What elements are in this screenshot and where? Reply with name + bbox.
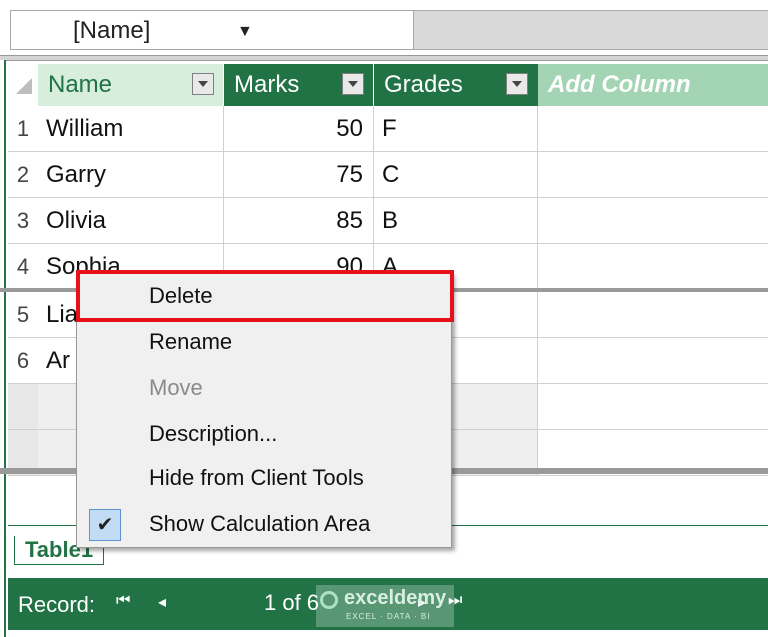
menu-item-description[interactable]: Description... — [77, 413, 451, 455]
row-number[interactable]: 2 — [8, 152, 38, 198]
column-header-label: Name — [48, 71, 113, 98]
watermark-name: exceldemy — [344, 587, 447, 609]
menu-item-label: Move — [149, 375, 203, 400]
delete-highlight-box — [76, 270, 454, 322]
row-number[interactable]: 1 — [8, 106, 38, 152]
select-all-corner[interactable] — [8, 64, 38, 106]
menu-item-label: Hide from Client Tools — [149, 465, 364, 490]
cell-marks[interactable]: 85 — [224, 198, 374, 244]
cell-add-column[interactable] — [538, 152, 768, 198]
row-number[interactable]: 4 — [8, 244, 38, 290]
menu-item-label: Description... — [149, 421, 278, 446]
power-pivot-window: [Name] ▼ Name Marks Grades Add Column 1 … — [0, 0, 768, 637]
column-header-label: Marks — [234, 71, 300, 98]
cell-add-column[interactable] — [538, 292, 768, 338]
row-number[interactable]: 3 — [8, 198, 38, 244]
name-box[interactable]: [Name] ▼ — [10, 10, 414, 50]
row-number[interactable]: 6 — [8, 338, 38, 384]
filter-dropdown-icon[interactable] — [192, 73, 214, 95]
cell-add-column[interactable] — [538, 384, 768, 430]
chevron-down-icon[interactable]: ▼ — [237, 23, 253, 41]
menu-item-show-calculation-area[interactable]: ✔ Show Calculation Area — [77, 503, 451, 545]
cell-grades[interactable]: F — [374, 106, 538, 152]
cell-add-column[interactable] — [538, 244, 768, 290]
left-border — [0, 60, 6, 637]
column-header-name[interactable]: Name — [38, 64, 224, 106]
corner-triangle-icon — [16, 78, 32, 94]
cell-name[interactable]: William — [38, 106, 224, 152]
menu-item-label: Rename — [149, 329, 233, 354]
cell-name[interactable]: Garry — [38, 152, 224, 198]
menu-item-move: Move — [77, 367, 451, 409]
cell-add-column[interactable] — [538, 338, 768, 384]
add-column-header[interactable]: Add Column — [538, 64, 768, 106]
column-header-marks[interactable]: Marks — [224, 64, 374, 106]
menu-item-label: Show Calculation Area — [149, 511, 371, 536]
column-header-label: Grades — [384, 71, 463, 98]
name-box-value: [Name] — [73, 17, 151, 44]
cell-add-column[interactable] — [538, 198, 768, 244]
table-row[interactable]: 3 Olivia 85 B — [8, 198, 768, 244]
watermark-tagline: EXCEL · DATA · BI — [346, 612, 431, 621]
column-header-row: Name Marks Grades Add Column — [8, 64, 768, 106]
menu-item-rename[interactable]: Rename — [77, 321, 451, 363]
cell-name[interactable]: Olivia — [38, 198, 224, 244]
cell-add-column[interactable] — [538, 106, 768, 152]
record-position: 1 of 6 — [264, 590, 320, 615]
record-label: Record: — [18, 592, 96, 617]
checkmark-icon: ✔ — [89, 509, 121, 541]
previous-record-icon[interactable]: ◂ — [158, 592, 166, 612]
watermark-logo: exceldemy EXCEL · DATA · BI — [316, 585, 454, 627]
grid-top-divider — [0, 55, 768, 61]
row-number[interactable]: 5 — [8, 292, 38, 338]
column-header-grades[interactable]: Grades — [374, 64, 538, 106]
cell-marks[interactable]: 50 — [224, 106, 374, 152]
table-row[interactable]: 1 William 50 F — [8, 106, 768, 152]
cell-marks[interactable]: 75 — [224, 152, 374, 198]
formula-bar[interactable] — [414, 10, 768, 50]
row-number[interactable] — [8, 384, 38, 430]
cell-grades[interactable]: C — [374, 152, 538, 198]
menu-item-hide-from-client-tools[interactable]: Hide from Client Tools — [77, 457, 451, 499]
cell-grades[interactable]: B — [374, 198, 538, 244]
first-record-icon[interactable]: ⏮ — [116, 592, 130, 610]
filter-dropdown-icon[interactable] — [506, 73, 528, 95]
watermark-circle-icon — [320, 591, 338, 609]
table-row[interactable]: 2 Garry 75 C — [8, 152, 768, 198]
filter-dropdown-icon[interactable] — [342, 73, 364, 95]
column-header-label: Add Column — [548, 71, 691, 98]
